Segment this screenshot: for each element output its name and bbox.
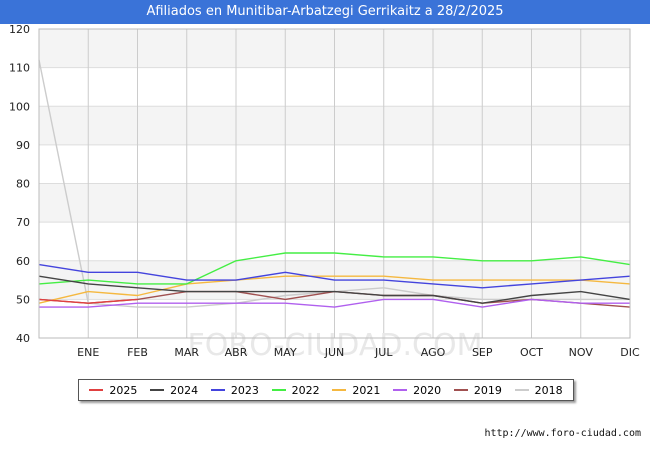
legend-item-2024: 2024 <box>150 384 198 397</box>
legend-item-2025: 2025 <box>89 384 137 397</box>
legend-item-2019: 2019 <box>453 383 502 397</box>
footer-url[interactable]: http://www.foro-ciudad.com <box>484 428 641 439</box>
x-tick-label: OCT <box>520 346 543 359</box>
legend-item-2020: 2020 <box>393 384 441 397</box>
legend-swatch <box>332 389 347 391</box>
y-tick-label: 100 <box>9 100 30 113</box>
legend-swatch <box>150 389 165 391</box>
y-tick-label: 90 <box>16 139 30 152</box>
legend: 2025 2024 2023 2022 2021 2020 2019 2018 <box>78 379 574 401</box>
x-tick-label: ABR <box>225 346 248 359</box>
legend-swatch <box>453 389 468 391</box>
legend-swatch <box>210 389 225 391</box>
y-tick-label: 50 <box>16 293 30 306</box>
legend-label: 2019 <box>473 383 502 397</box>
legend-label: 2022 <box>291 383 320 397</box>
y-tick-label: 110 <box>9 62 30 75</box>
y-tick-label: 80 <box>16 178 30 191</box>
legend-label: 2023 <box>230 383 259 397</box>
x-tick-label: SEP <box>472 346 493 359</box>
legend-item-2021: 2021 <box>332 384 380 397</box>
x-tick-label: ENE <box>77 346 99 359</box>
y-tick-label: 70 <box>16 216 30 229</box>
legend-label: 2020 <box>413 383 442 397</box>
legend-item-2023: 2023 <box>210 383 259 397</box>
x-tick-label: AGO <box>421 346 446 359</box>
x-tick-label: JUN <box>324 346 345 359</box>
legend-label: 2018 <box>534 383 563 397</box>
y-tick-label: 40 <box>16 332 30 345</box>
y-tick-label: 60 <box>16 255 30 268</box>
legend-label: 2025 <box>109 383 138 397</box>
y-tick-label: 120 <box>9 23 30 36</box>
x-tick-label: DIC <box>620 346 640 359</box>
y-tick-labels: 40 50 60 70 80 90 100 110 120 <box>9 23 30 345</box>
legend-swatch <box>514 389 529 391</box>
legend-swatch <box>271 389 286 391</box>
x-tick-label: FEB <box>127 346 148 359</box>
legend-swatch <box>393 389 408 391</box>
legend-label: 2021 <box>352 383 381 397</box>
x-tick-label: MAR <box>174 346 199 359</box>
legend-item-2018: 2018 <box>514 383 563 397</box>
legend-item-2022: 2022 <box>271 383 320 397</box>
x-tick-label: JUL <box>374 346 393 359</box>
legend-swatch <box>89 389 104 391</box>
x-tick-label: NOV <box>569 346 594 359</box>
x-tick-label: MAY <box>274 346 297 359</box>
legend-label: 2024 <box>170 383 199 397</box>
